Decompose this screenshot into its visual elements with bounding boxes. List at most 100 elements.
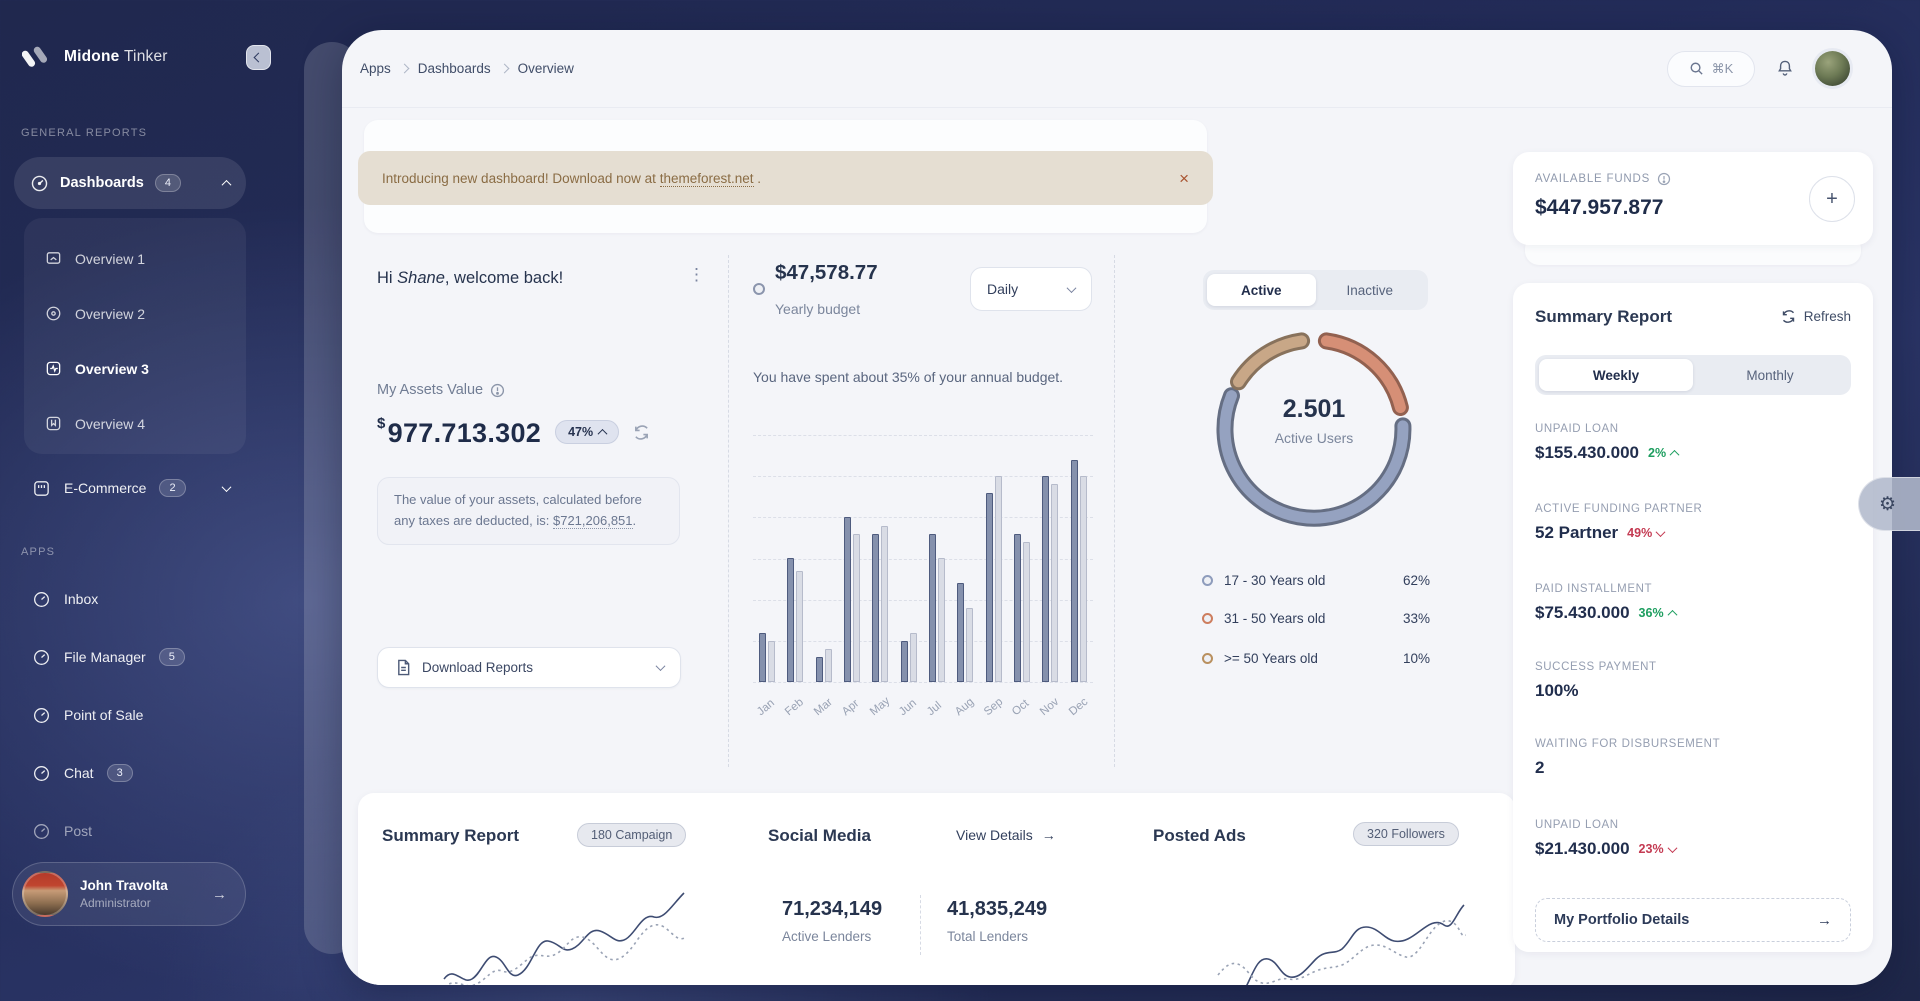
divider [920, 895, 921, 955]
sidebar-item-overview-3[interactable]: Overview 3 [24, 341, 246, 396]
x-tick-Dec: Dec [1067, 696, 1090, 718]
assets-value: $977.713.302 [377, 415, 541, 449]
sub-item-label: Overview 1 [75, 251, 145, 267]
summary-report-panel: Summary Report Refresh Weekly Monthly UN… [1513, 283, 1873, 952]
tab-weekly[interactable]: Weekly [1539, 359, 1693, 391]
profile-avatar[interactable] [1815, 51, 1850, 86]
tab-monthly[interactable]: Monthly [1693, 359, 1847, 391]
tab-inactive[interactable]: Inactive [1316, 274, 1425, 306]
arrow-right-icon: → [1042, 827, 1056, 843]
sidebar-item-file-manager[interactable]: File Manager 5 [14, 643, 246, 671]
add-funds-button[interactable]: + [1809, 176, 1855, 222]
x-tick-Jul: Jul [925, 700, 944, 719]
announcement-banner: Introducing new dashboard! Download now … [358, 151, 1213, 205]
chevron-right-icon [499, 64, 509, 74]
legend-dot-blue [1202, 575, 1213, 586]
user-name: John Travolta [80, 878, 168, 893]
budget-description: You have spent about 35% of your annual … [753, 367, 1089, 387]
sync-icon [1781, 309, 1796, 324]
bar-Nov-current-year [1042, 476, 1049, 682]
search-input[interactable]: ⌘K [1667, 51, 1755, 87]
portfolio-details-button[interactable]: My Portfolio Details → [1535, 898, 1851, 942]
sidebar-item-overview-1[interactable]: Overview 1 [24, 231, 246, 286]
period-select[interactable]: Daily [970, 267, 1092, 311]
followers-badge: 320 Followers [1353, 822, 1459, 846]
assets-column: Hi Shane, welcome back! ⋮ My Assets Valu… [358, 255, 729, 767]
bar-Aug-current-year [957, 583, 964, 682]
breadcrumb-dashboards[interactable]: Dashboards [418, 61, 491, 76]
legend-dot-tan [1202, 653, 1213, 664]
bar-Jun-previous-year [910, 633, 917, 682]
logo[interactable]: Midone Tinker [22, 44, 168, 70]
legend-item: >= 50 Years old 10% [1202, 651, 1430, 666]
bar-Oct-previous-year [1023, 542, 1030, 682]
assets-label-row: My Assets Value [377, 382, 505, 398]
banner-text: Introducing new dashboard! Download now … [382, 171, 761, 186]
breadcrumb-apps[interactable]: Apps [360, 61, 391, 76]
download-reports-button[interactable]: Download Reports [377, 647, 681, 688]
sync-icon[interactable] [633, 424, 650, 441]
sidebar-item-inbox[interactable]: Inbox [14, 585, 246, 613]
sidebar-item-label: Point of Sale [64, 707, 143, 723]
breadcrumb: Apps Dashboards Overview [360, 61, 574, 76]
user-card[interactable]: John Travolta Administrator → [12, 862, 246, 926]
sidebar-item-point-of-sale[interactable]: Point of Sale [14, 701, 246, 729]
themeforest-link[interactable]: themeforest.net [660, 171, 754, 187]
sidebar-item-ecommerce[interactable]: E-Commerce 2 [14, 474, 246, 502]
campaign-badge: 180 Campaign [577, 823, 686, 847]
bar-Sep-current-year [986, 493, 993, 682]
file-icon [396, 659, 411, 676]
stat-active-funding-partner: ACTIVE FUNDING PARTNER 52 Partner 49% [1535, 503, 1702, 543]
info-icon [490, 383, 505, 398]
breadcrumb-overview[interactable]: Overview [518, 61, 574, 76]
activity-icon [45, 360, 62, 377]
assets-value-row: $977.713.302 47% [377, 415, 650, 449]
tab-active[interactable]: Active [1207, 274, 1316, 306]
x-tick-Nov: Nov [1038, 696, 1061, 718]
bar-Dec-previous-year [1080, 476, 1087, 682]
funds-value: $447.957.877 [1535, 196, 1851, 220]
legend-item: 17 - 30 Years old 62% [1202, 573, 1430, 588]
trend-down: 23% [1639, 842, 1676, 856]
sidebar-collapse-button[interactable] [246, 45, 271, 70]
bar-Feb-current-year [787, 558, 794, 682]
gauge-icon [32, 764, 51, 783]
bar-Jun-current-year [901, 641, 908, 682]
bar-Aug-previous-year [966, 608, 973, 682]
refresh-button[interactable]: Refresh [1781, 309, 1851, 324]
sidebar-item-dashboards[interactable]: Dashboards 4 [14, 157, 246, 209]
section-general-reports: GENERAL REPORTS [21, 127, 147, 139]
close-icon[interactable]: × [1179, 170, 1189, 187]
sidebar-item-overview-2[interactable]: Overview 2 [24, 286, 246, 341]
sidebar-item-chat[interactable]: Chat 3 [14, 759, 246, 787]
assets-change-badge[interactable]: 47% [555, 420, 619, 444]
bell-icon[interactable] [1775, 58, 1795, 79]
pre-tax-value: $721,206,851 [553, 513, 633, 529]
sub-item-label: Overview 3 [75, 361, 149, 377]
x-tick-Sep: Sep [982, 696, 1005, 718]
kebab-menu-icon[interactable]: ⋮ [688, 265, 705, 285]
gauge-icon [32, 822, 51, 841]
sidebar-item-overview-4[interactable]: Overview 4 [24, 396, 246, 451]
x-tick-Apr: Apr [840, 697, 861, 718]
bar-Mar-current-year [816, 657, 823, 682]
sidebar: Midone Tinker GENERAL REPORTS Dashboards… [0, 0, 306, 1001]
chat-badge: 3 [107, 764, 133, 782]
bar-May-previous-year [881, 526, 888, 682]
stat-waiting-disbursement: WAITING FOR DISBURSEMENT 2 [1535, 738, 1720, 778]
x-tick-Feb: Feb [783, 696, 806, 718]
bar-Jul-current-year [929, 534, 936, 682]
bar-Oct-current-year [1014, 534, 1021, 682]
bar-May-current-year [872, 534, 879, 682]
greeting: Hi Shane, welcome back! [377, 269, 563, 288]
assets-note: The value of your assets, calculated bef… [377, 477, 680, 545]
settings-gear-button[interactable]: ⚙ [1858, 477, 1920, 531]
arrow-right-icon: → [212, 886, 227, 903]
view-details-link[interactable]: View Details→ [956, 827, 1056, 843]
budget-amount: $47,578.77 [775, 261, 878, 285]
sidebar-item-label: Dashboards [60, 175, 144, 191]
funds-label-row: AVAILABLE FUNDS [1535, 172, 1851, 186]
sidebar-item-label: Inbox [64, 591, 98, 607]
sidebar-item-post[interactable]: Post [14, 817, 246, 845]
bar-Dec-current-year [1071, 460, 1078, 682]
